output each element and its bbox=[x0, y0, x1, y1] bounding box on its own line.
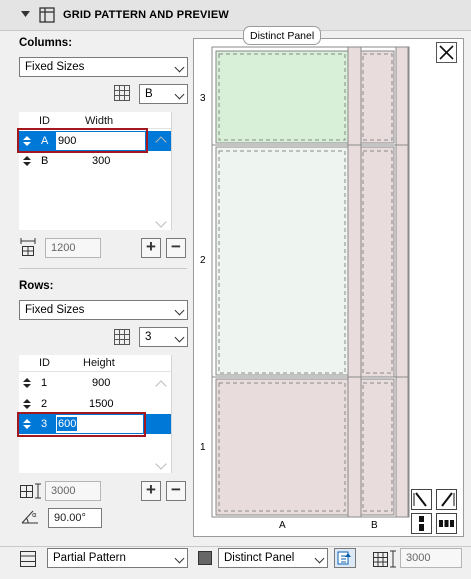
row-value: 1500 bbox=[89, 398, 114, 410]
pattern-icon bbox=[20, 551, 36, 567]
row-label: 3 bbox=[200, 93, 206, 104]
grid-preview-canvas bbox=[211, 46, 410, 518]
pattern-dropdown[interactable]: Partial Pattern bbox=[47, 548, 188, 568]
columns-mode-value: Fixed Sizes bbox=[25, 61, 85, 73]
horizontal-bars-icon bbox=[439, 520, 454, 527]
columns-mode-dropdown[interactable]: Fixed Sizes bbox=[19, 57, 188, 77]
chevron-down-icon bbox=[314, 553, 325, 564]
svg-text:α: α bbox=[32, 511, 37, 519]
distinct-panel-tooltip: Distinct Panel bbox=[243, 26, 322, 45]
diagonal-right-icon bbox=[441, 492, 455, 507]
grid-preview: 3 2 1 A B bbox=[193, 38, 464, 537]
column-select-value: B bbox=[145, 88, 153, 100]
diagonal-view-button[interactable] bbox=[436, 489, 457, 510]
grid-height-icon bbox=[373, 550, 396, 568]
chevron-down-icon bbox=[174, 89, 185, 100]
chevron-down-icon bbox=[174, 305, 185, 316]
header-divider bbox=[19, 371, 171, 372]
panel-settings-button[interactable] bbox=[334, 548, 356, 568]
add-row-button[interactable]: + bbox=[141, 481, 161, 501]
columns-id-header: ID bbox=[39, 115, 50, 127]
panel-dropdown[interactable]: Distinct Panel bbox=[218, 548, 328, 568]
row-label: 1 bbox=[200, 442, 206, 453]
row-count-dropdown[interactable]: 3 bbox=[139, 327, 188, 347]
grid-table-icon bbox=[114, 329, 130, 345]
rows-label: Rows: bbox=[19, 280, 54, 292]
row-count-value: 3 bbox=[145, 331, 152, 343]
chevron-down-icon bbox=[174, 62, 185, 73]
diagonal-left-icon bbox=[413, 492, 427, 507]
close-icon bbox=[439, 45, 454, 60]
row-id: 2 bbox=[41, 398, 48, 410]
row-value: 300 bbox=[92, 155, 111, 167]
close-button[interactable] bbox=[436, 42, 457, 63]
rows-mode-dropdown[interactable]: Fixed Sizes bbox=[19, 300, 188, 320]
row-id: 1 bbox=[41, 377, 48, 389]
columns-label: Columns: bbox=[19, 37, 73, 49]
grid-pattern-icon bbox=[39, 7, 55, 23]
rows-id-header: ID bbox=[39, 357, 50, 369]
columns-width-header: Width bbox=[85, 115, 114, 127]
highlight-box bbox=[17, 412, 146, 437]
col-label: B bbox=[371, 520, 378, 531]
angle-field[interactable]: 90.00° bbox=[48, 508, 102, 528]
total-width-field: 1200 bbox=[45, 238, 101, 258]
panel-title: GRID PATTERN AND PREVIEW bbox=[63, 9, 229, 21]
diagonal-view-button[interactable] bbox=[411, 489, 432, 510]
vertical-bars-icon bbox=[419, 516, 424, 531]
collapse-triangle-icon[interactable] bbox=[21, 11, 30, 19]
scroll-down-icon[interactable] bbox=[155, 458, 167, 470]
total-width-icon bbox=[20, 238, 36, 256]
row-id: B bbox=[41, 155, 49, 167]
chevron-down-icon bbox=[174, 553, 185, 564]
reorder-arrows-icon[interactable] bbox=[23, 156, 31, 166]
remove-column-button[interactable]: − bbox=[166, 238, 186, 258]
rows-mode-value: Fixed Sizes bbox=[25, 304, 85, 316]
scroll-down-icon[interactable] bbox=[155, 216, 167, 228]
vertical-split-button[interactable] bbox=[411, 513, 432, 534]
pattern-value: Partial Pattern bbox=[53, 552, 126, 564]
chevron-down-icon bbox=[174, 332, 185, 343]
panel-color-swatch[interactable] bbox=[198, 551, 212, 565]
table-row[interactable]: 2 1500 bbox=[19, 394, 171, 414]
reorder-arrows-icon[interactable] bbox=[23, 399, 31, 409]
highlight-box bbox=[17, 128, 148, 153]
reorder-arrows-icon[interactable] bbox=[23, 378, 31, 388]
section-divider bbox=[19, 268, 187, 269]
column-select-dropdown[interactable]: B bbox=[139, 84, 188, 104]
rows-height-header: Height bbox=[83, 357, 115, 369]
grid-height-field: 3000 bbox=[400, 548, 462, 568]
grid-table-icon bbox=[114, 85, 130, 101]
row-label: 2 bbox=[200, 255, 206, 266]
remove-row-button[interactable]: − bbox=[166, 481, 186, 501]
angle-icon: α bbox=[21, 510, 38, 524]
horizontal-split-button[interactable] bbox=[436, 513, 457, 534]
table-row[interactable]: B 300 bbox=[19, 151, 171, 171]
row-value: 900 bbox=[92, 377, 111, 389]
col-label: A bbox=[279, 520, 286, 531]
total-height-field: 3000 bbox=[45, 481, 101, 501]
table-row[interactable]: 1 900 bbox=[19, 373, 171, 393]
panel-value: Distinct Panel bbox=[224, 552, 295, 564]
total-height-icon bbox=[20, 483, 41, 499]
panel-settings-icon bbox=[337, 551, 351, 565]
add-column-button[interactable]: + bbox=[141, 238, 161, 258]
